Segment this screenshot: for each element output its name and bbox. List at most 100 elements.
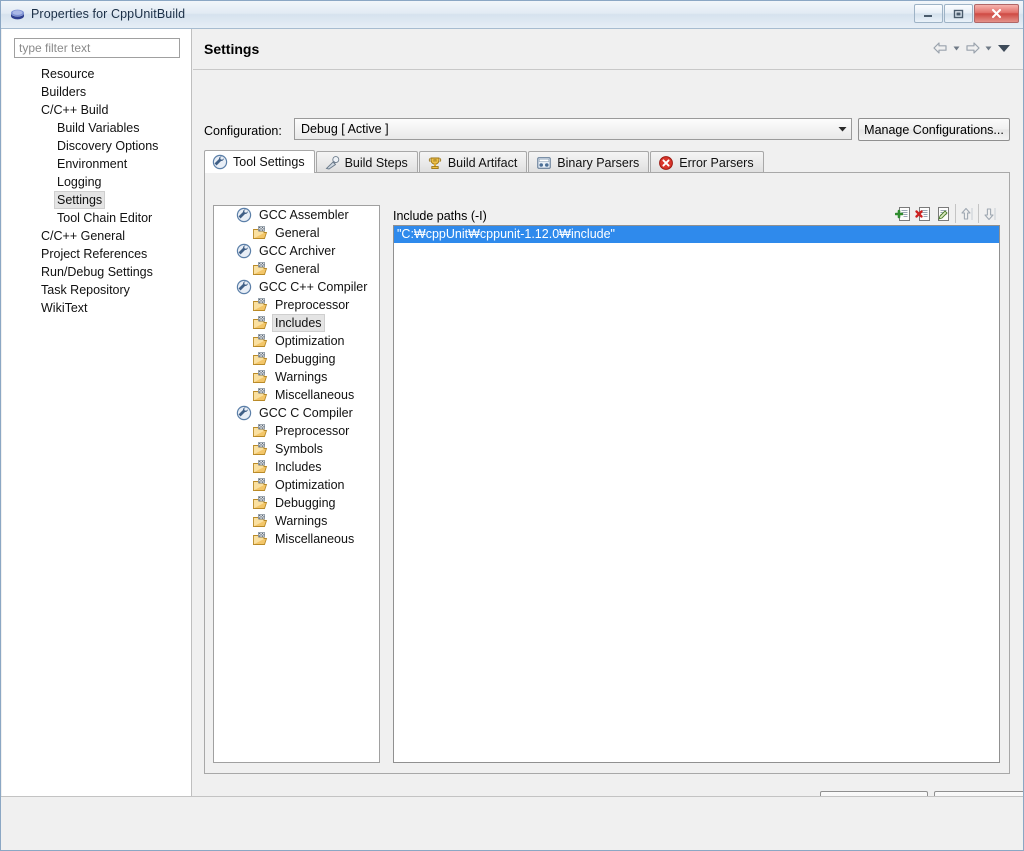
tool-tree-item-label: GCC C++ Compiler <box>259 280 368 294</box>
sidebar-item-tool-chain-editor[interactable]: Tool Chain Editor <box>2 209 191 227</box>
chevron-down-icon[interactable] <box>834 119 851 139</box>
title-bar: Properties for CppUnitBuild <box>1 1 1023 29</box>
tool-tree-item[interactable]: GCC C++ Compiler <box>214 278 379 296</box>
include-paths-list[interactable]: "C:₩cppUnit₩cppunit-1.12.0₩include" <box>393 225 1000 763</box>
close-button[interactable] <box>974 4 1019 23</box>
tab-build-artifact[interactable]: db Build Artifact <box>418 151 528 173</box>
minimize-button[interactable] <box>914 4 943 23</box>
tool-tree-item[interactable]: General <box>214 260 379 278</box>
option-icon <box>252 423 268 439</box>
page-navigation-controls <box>929 41 1012 58</box>
sidebar-item-label: Run/Debug Settings <box>41 265 153 279</box>
sidebar-item-label: Environment <box>57 157 128 171</box>
tool-tree-item[interactable]: GCC Assembler <box>214 206 379 224</box>
tool-tree-item[interactable]: Includes <box>214 314 379 332</box>
sidebar-item-build-variables[interactable]: Build Variables <box>2 119 191 137</box>
add-include-path-icon[interactable] <box>893 204 913 223</box>
tab-label: Build Steps <box>344 155 408 170</box>
tool-tree-item[interactable]: Preprocessor <box>214 422 379 440</box>
sidebar-item-settings[interactable]: Settings <box>2 191 191 209</box>
tool-tree-item[interactable]: General <box>214 224 379 242</box>
sidebar-item-label: Resource <box>41 67 95 81</box>
configuration-dropdown[interactable]: Debug [ Active ] <box>294 118 852 140</box>
tab-build-steps[interactable]: Build Steps <box>315 151 418 173</box>
tool-tree-item-label: Includes <box>272 314 325 332</box>
forward-menu-chevron-down-icon[interactable] <box>984 41 993 58</box>
sidebar-item-resource[interactable]: Resource <box>2 65 191 83</box>
tool-tree-item-label: Warnings <box>275 370 328 384</box>
tab-label: Tool Settings <box>233 155 305 169</box>
sidebar-item-discovery-options[interactable]: Discovery Options <box>2 137 191 155</box>
tool-tree-item-label: GCC Archiver <box>259 244 336 258</box>
tool-tree-item[interactable]: Symbols <box>214 440 379 458</box>
sidebar-item-label: Build Variables <box>57 121 140 135</box>
sidebar-item-project-references[interactable]: Project References <box>2 245 191 263</box>
back-arrow-icon[interactable] <box>932 41 949 58</box>
sidebar-item-label: Project References <box>41 247 148 261</box>
tool-tree-item[interactable]: Miscellaneous <box>214 386 379 404</box>
navigation-panel: Resource Builders C/C++ Build Build Variabl… <box>2 29 192 796</box>
tool-tree-item[interactable]: GCC C Compiler <box>214 404 379 422</box>
restore-button[interactable] <box>944 4 973 23</box>
view-menu-chevron-icon[interactable] <box>996 41 1012 58</box>
option-icon <box>252 495 268 511</box>
sidebar-item-run-debug-settings[interactable]: Run/Debug Settings <box>2 263 191 281</box>
tab-tool-settings[interactable]: Tool Settings <box>204 150 315 173</box>
tool-tree-item[interactable]: Warnings <box>214 368 379 386</box>
delete-include-path-icon[interactable] <box>913 204 933 223</box>
option-icon <box>252 369 268 385</box>
manage-configurations-button[interactable]: Manage Configurations... <box>858 118 1010 141</box>
tool-tree-item[interactable]: Includes <box>214 458 379 476</box>
move-down-icon[interactable] <box>978 204 999 223</box>
option-label: Include paths (-I) <box>393 209 487 223</box>
option-icon <box>252 225 268 241</box>
tab-error-parsers[interactable]: Error Parsers <box>650 151 764 173</box>
include-path-entry[interactable]: "C:₩cppUnit₩cppunit-1.12.0₩include" <box>394 226 999 243</box>
tool-tree-item[interactable]: Debugging <box>214 494 379 512</box>
sidebar-item-c-c-general[interactable]: C/C++ General <box>2 227 191 245</box>
option-icon <box>252 441 268 457</box>
tool-tree-item[interactable]: Warnings <box>214 512 379 530</box>
forward-arrow-icon[interactable] <box>964 41 981 58</box>
tab-binary-parsers[interactable]: Binary Parsers <box>528 151 650 173</box>
dialog-footer: OK Cancel <box>2 797 1023 849</box>
tool-tree-item[interactable]: Optimization <box>214 332 379 350</box>
tool-tree-item[interactable]: Miscellaneous <box>214 530 379 548</box>
sidebar-item-label: Task Repository <box>41 283 130 297</box>
sidebar-item-logging[interactable]: Logging <box>2 173 191 191</box>
sidebar-item-builders[interactable]: Builders <box>2 83 191 101</box>
tool-tree-item-label: GCC Assembler <box>259 208 349 222</box>
filter-input[interactable] <box>14 38 180 58</box>
edit-include-path-icon[interactable] <box>933 204 953 223</box>
tool-tree-item-label: Debugging <box>275 496 336 510</box>
tool-tree-item-label: Preprocessor <box>275 298 350 312</box>
configuration-label: Configuration: <box>204 124 282 138</box>
tool-tree-item[interactable]: Preprocessor <box>214 296 379 314</box>
tool-tree-item-label: Miscellaneous <box>275 388 355 402</box>
sidebar-item-environment[interactable]: Environment <box>2 155 191 173</box>
tool-tree-item[interactable]: GCC Archiver <box>214 242 379 260</box>
tool-tree-item-label: GCC C Compiler <box>259 406 353 420</box>
tool-tree-item[interactable]: Optimization <box>214 476 379 494</box>
sidebar-item-c-c-build[interactable]: C/C++ Build <box>2 101 191 119</box>
move-up-icon[interactable] <box>955 204 976 223</box>
tool-tree-item-label: Miscellaneous <box>275 532 355 546</box>
sidebar-item-task-repository[interactable]: Task Repository <box>2 281 191 299</box>
tool-tree-item-label: Warnings <box>275 514 328 528</box>
option-icon <box>252 315 268 331</box>
tab-label: Binary Parsers <box>557 155 640 170</box>
binary-parsers-icon <box>536 155 552 171</box>
tab-strip: Tool Settings Build Steps db Build Artifact… <box>204 150 765 173</box>
back-menu-chevron-down-icon[interactable] <box>952 41 961 58</box>
tool-tree-item-label: General <box>275 262 320 276</box>
option-icon <box>252 531 268 547</box>
tab-label: Error Parsers <box>679 155 754 170</box>
tool-tree-item[interactable]: Debugging <box>214 350 379 368</box>
sidebar-item-wikitext[interactable]: WikiText <box>2 299 191 317</box>
tab-label: Build Artifact <box>447 155 518 170</box>
tool-settings-icon <box>212 154 228 170</box>
window-controls <box>913 4 1019 23</box>
configuration-value: Debug [ Active ] <box>301 122 389 136</box>
include-paths-toolbar <box>893 204 999 223</box>
build-steps-icon <box>324 155 340 171</box>
